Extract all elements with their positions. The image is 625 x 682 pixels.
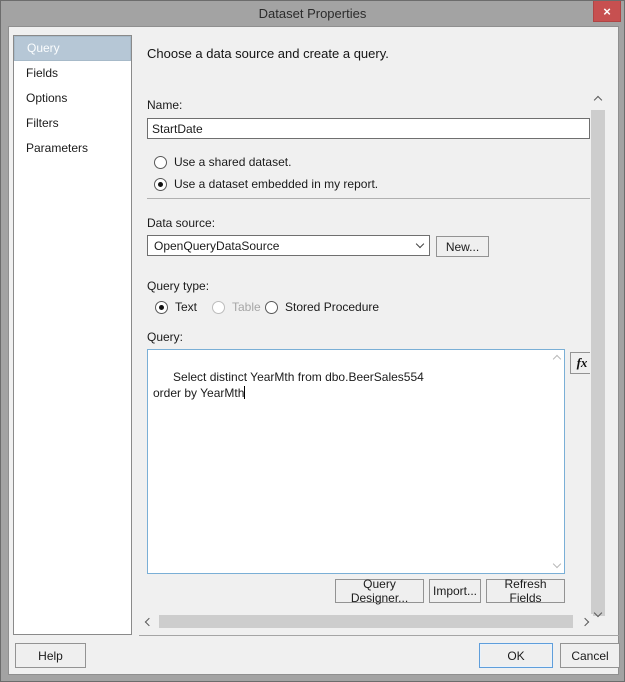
titlebar[interactable]: Dataset Properties ×: [1, 1, 624, 26]
query-type-text-label: Text: [175, 300, 198, 314]
scroll-left-icon[interactable]: [141, 614, 157, 629]
refresh-fields-button[interactable]: Refresh Fields: [486, 577, 565, 605]
query-type-table-option: Table: [212, 299, 261, 315]
chevron-down-icon: [415, 239, 425, 249]
scroll-up-icon[interactable]: [590, 92, 606, 108]
close-button[interactable]: ×: [593, 1, 621, 22]
cancel-button[interactable]: Cancel: [560, 643, 620, 668]
help-button[interactable]: Help: [15, 643, 86, 668]
sidebar-item-query[interactable]: Query: [14, 36, 131, 61]
query-type-table-label: Table: [232, 300, 261, 314]
query-type-text-option[interactable]: Text: [155, 299, 197, 315]
footer-divider: [139, 635, 620, 636]
radio-unchecked-icon[interactable]: [154, 155, 167, 169]
name-input[interactable]: [147, 118, 590, 139]
data-source-value: OpenQueryDataSource: [154, 238, 280, 253]
editor-scroll-up-icon: [552, 354, 562, 364]
horizontal-scrollbar[interactable]: [141, 614, 593, 629]
horizontal-scroll-thumb[interactable]: [159, 615, 573, 628]
shared-dataset-option[interactable]: Use a shared dataset.: [154, 154, 291, 170]
editor-scroll-down-icon: [552, 559, 562, 569]
dialog-title: Dataset Properties: [258, 6, 367, 21]
name-label: Name:: [147, 98, 183, 112]
sidebar-item-options[interactable]: Options: [14, 86, 131, 111]
section-divider: [147, 198, 590, 199]
radio-checked-icon[interactable]: [155, 300, 168, 314]
embedded-dataset-label: Use a dataset embedded in my report.: [174, 177, 379, 191]
page-heading: Choose a data source and create a query.: [147, 46, 389, 61]
vertical-scroll-thumb[interactable]: [591, 110, 605, 616]
query-designer-button[interactable]: Query Designer...: [335, 577, 424, 605]
query-type-storedproc-label: Stored Procedure: [285, 300, 380, 314]
sidebar-nav: Query Fields Options Filters Parameters: [13, 35, 132, 635]
radio-checked-icon[interactable]: [154, 177, 167, 191]
ok-button[interactable]: OK: [479, 643, 553, 668]
dialog-content: Query Fields Options Filters Parameters …: [8, 26, 620, 675]
sidebar-item-parameters[interactable]: Parameters: [14, 136, 131, 161]
embedded-dataset-option[interactable]: Use a dataset embedded in my report.: [154, 176, 378, 192]
new-data-source-button[interactable]: New...: [436, 236, 489, 257]
dataset-properties-dialog: Dataset Properties × Query Fields Option…: [0, 0, 625, 682]
query-type-label: Query type:: [147, 279, 210, 293]
shared-dataset-label: Use a shared dataset.: [174, 155, 292, 169]
radio-unchecked-icon[interactable]: [265, 300, 278, 314]
query-text-editor[interactable]: Select distinct YearMth from dbo.BeerSal…: [147, 349, 565, 574]
import-button[interactable]: Import...: [429, 579, 481, 603]
sidebar-item-filters[interactable]: Filters: [14, 111, 131, 136]
vertical-scrollbar[interactable]: [590, 92, 606, 637]
fx-icon: fx: [576, 355, 588, 370]
query-label: Query:: [147, 330, 184, 344]
scroll-right-icon[interactable]: [577, 614, 593, 629]
query-type-storedproc-option[interactable]: Stored Procedure: [265, 299, 379, 315]
text-caret: [244, 386, 246, 399]
close-icon: ×: [603, 3, 611, 19]
sidebar-item-fields[interactable]: Fields: [14, 61, 131, 86]
radio-disabled-icon: [212, 300, 225, 314]
query-text: Select distinct YearMth from dbo.BeerSal…: [153, 370, 424, 400]
data-source-label: Data source:: [147, 216, 216, 230]
data-source-dropdown[interactable]: OpenQueryDataSource: [147, 235, 430, 256]
